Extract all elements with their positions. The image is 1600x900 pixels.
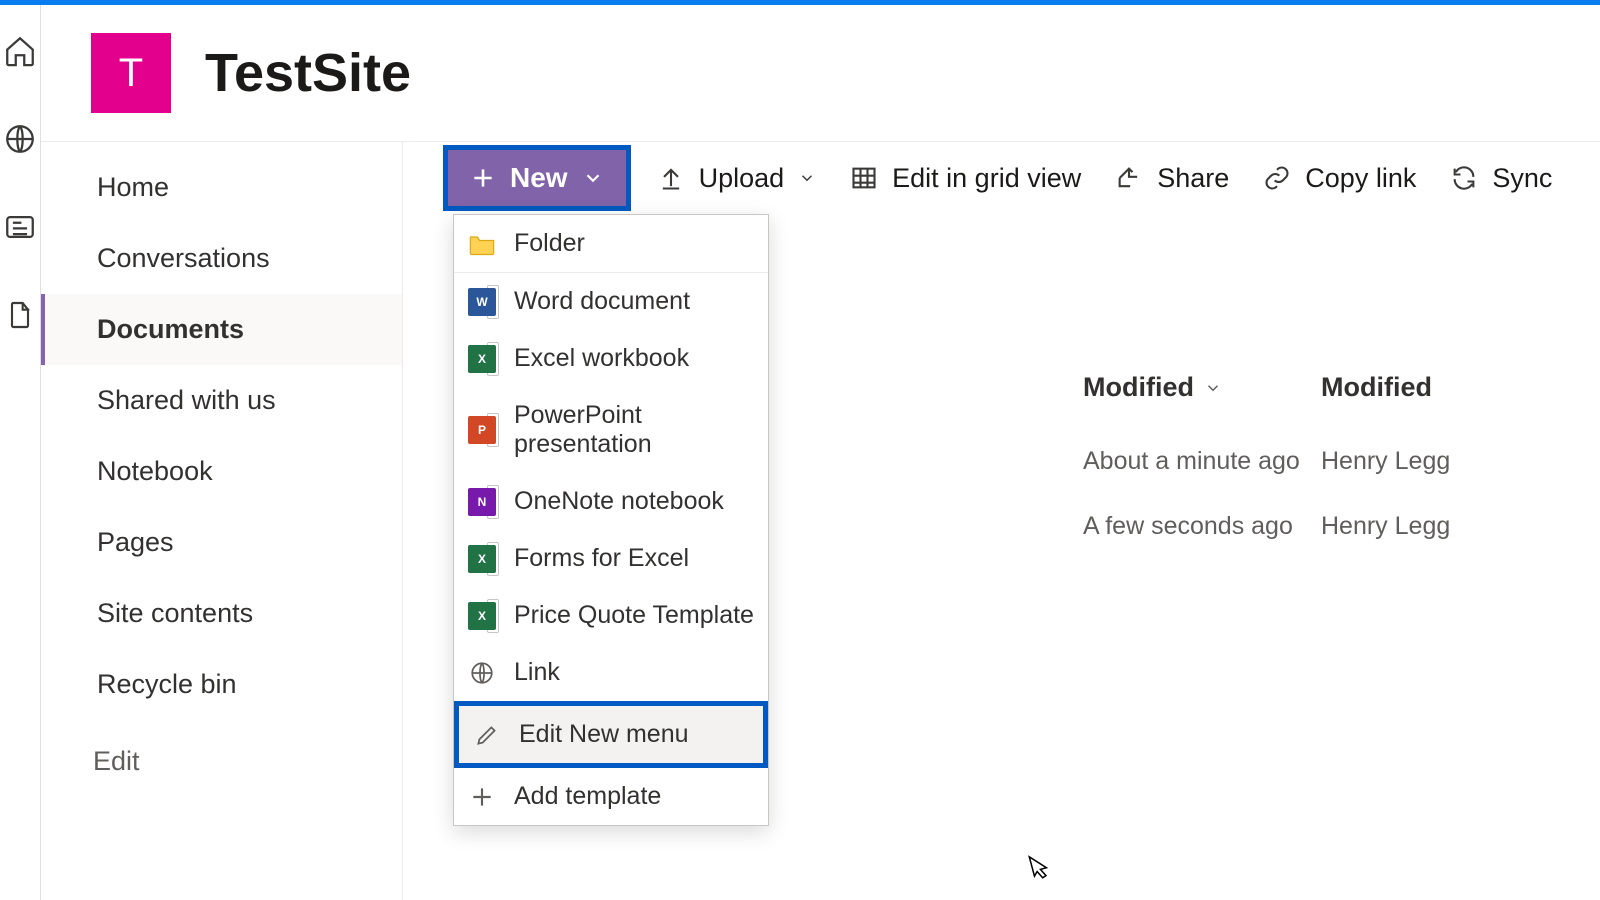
link-icon	[1263, 164, 1291, 192]
excel-template-icon: X	[468, 602, 496, 630]
new-menu-edit-menu[interactable]: Edit New menu	[454, 701, 768, 768]
new-menu-quote-label: Price Quote Template	[514, 601, 754, 630]
nav-item-documents[interactable]: Documents	[41, 294, 402, 365]
new-menu-onenote[interactable]: N OneNote notebook	[454, 473, 768, 530]
new-menu-forms-label: Forms for Excel	[514, 544, 689, 573]
cell-modified-by: Henry Legg	[1321, 447, 1600, 476]
nav-item-recycle-bin[interactable]: Recycle bin	[41, 649, 402, 720]
plus-icon	[468, 783, 496, 811]
sync-label: Sync	[1492, 163, 1552, 194]
nav-item-pages[interactable]: Pages	[41, 507, 402, 578]
chevron-down-icon	[798, 169, 816, 187]
site-title: TestSite	[205, 42, 411, 104]
nav-item-shared[interactable]: Shared with us	[41, 365, 402, 436]
pencil-icon	[473, 721, 501, 749]
content-area: New Upload Edit in grid view	[403, 142, 1600, 900]
command-bar: New Upload Edit in grid view	[403, 142, 1600, 214]
new-button-label: New	[510, 162, 568, 194]
cursor-pointer-icon	[1023, 852, 1053, 893]
new-menu-folder-label: Folder	[514, 229, 585, 258]
new-button-highlight: New	[443, 145, 631, 211]
chevron-down-icon	[1204, 379, 1222, 397]
powerpoint-icon: P	[468, 416, 496, 444]
new-menu-powerpoint[interactable]: P PowerPoint presentation	[454, 387, 768, 473]
new-menu-folder[interactable]: Folder	[454, 215, 768, 272]
sync-button[interactable]: Sync	[1442, 157, 1560, 200]
table-row[interactable]: A few seconds ago Henry Legg	[1083, 494, 1600, 559]
rail-file-icon[interactable]	[0, 295, 40, 335]
site-logo[interactable]: T	[91, 33, 171, 113]
document-table: Modified Modified About a minute ago Hen…	[1083, 372, 1600, 559]
table-row[interactable]: About a minute ago Henry Legg	[1083, 429, 1600, 494]
new-menu-edit-label: Edit New menu	[519, 720, 689, 749]
cell-modified: About a minute ago	[1083, 447, 1321, 476]
nav-item-conversations[interactable]: Conversations	[41, 223, 402, 294]
column-modified-label: Modified	[1083, 372, 1194, 403]
grid-view-button[interactable]: Edit in grid view	[842, 157, 1089, 200]
new-button[interactable]: New	[448, 150, 626, 206]
excel-icon: X	[468, 345, 496, 373]
column-modified-by[interactable]: Modified	[1321, 372, 1600, 403]
rail-news-icon[interactable]	[0, 207, 40, 247]
onenote-icon: N	[468, 488, 496, 516]
upload-button[interactable]: Upload	[649, 157, 825, 200]
new-menu-price-quote[interactable]: X Price Quote Template	[454, 587, 768, 644]
column-modified[interactable]: Modified	[1083, 372, 1321, 403]
plus-icon	[470, 165, 496, 191]
nav-item-site-contents[interactable]: Site contents	[41, 578, 402, 649]
new-menu-link-label: Link	[514, 658, 560, 687]
copy-link-button[interactable]: Copy link	[1255, 157, 1424, 200]
upload-label: Upload	[699, 163, 785, 194]
new-menu-excel[interactable]: X Excel workbook	[454, 330, 768, 387]
share-icon	[1115, 164, 1143, 192]
nav-item-notebook[interactable]: Notebook	[41, 436, 402, 507]
copy-link-label: Copy link	[1305, 163, 1416, 194]
rail-globe-icon[interactable]	[0, 119, 40, 159]
new-menu-add-template[interactable]: Add template	[454, 768, 768, 825]
new-menu-dropdown: Folder W Word document X Excel workbook …	[453, 214, 769, 826]
cell-modified: A few seconds ago	[1083, 512, 1321, 541]
word-icon: W	[468, 288, 496, 316]
body-split: Home Conversations Documents Shared with…	[41, 141, 1600, 900]
nav-item-home[interactable]: Home	[41, 152, 402, 223]
new-menu-ppt-label: PowerPoint presentation	[514, 401, 754, 459]
new-menu-onenote-label: OneNote notebook	[514, 487, 724, 516]
upload-icon	[657, 164, 685, 192]
new-menu-forms[interactable]: X Forms for Excel	[454, 530, 768, 587]
main-area: T TestSite Home Conversations Documents …	[41, 5, 1600, 900]
grid-icon	[850, 164, 878, 192]
new-menu-word-label: Word document	[514, 287, 690, 316]
globe-link-icon	[468, 659, 496, 687]
new-menu-word[interactable]: W Word document	[454, 273, 768, 330]
site-header: T TestSite	[41, 5, 1600, 141]
new-menu-excel-label: Excel workbook	[514, 344, 689, 373]
side-nav: Home Conversations Documents Shared with…	[41, 142, 403, 900]
rail-home-icon[interactable]	[0, 31, 40, 71]
table-header: Modified Modified	[1083, 372, 1600, 429]
app-root: T TestSite Home Conversations Documents …	[0, 5, 1600, 900]
forms-icon: X	[468, 545, 496, 573]
chevron-down-icon	[582, 167, 604, 189]
cell-modified-by: Henry Legg	[1321, 512, 1600, 541]
new-menu-link[interactable]: Link	[454, 644, 768, 701]
nav-edit-link[interactable]: Edit	[41, 728, 402, 795]
new-menu-add-template-label: Add template	[514, 782, 661, 811]
share-label: Share	[1157, 163, 1229, 194]
folder-icon	[468, 230, 496, 258]
app-rail	[0, 5, 41, 900]
sync-icon	[1450, 164, 1478, 192]
grid-label: Edit in grid view	[892, 163, 1081, 194]
share-button[interactable]: Share	[1107, 157, 1237, 200]
